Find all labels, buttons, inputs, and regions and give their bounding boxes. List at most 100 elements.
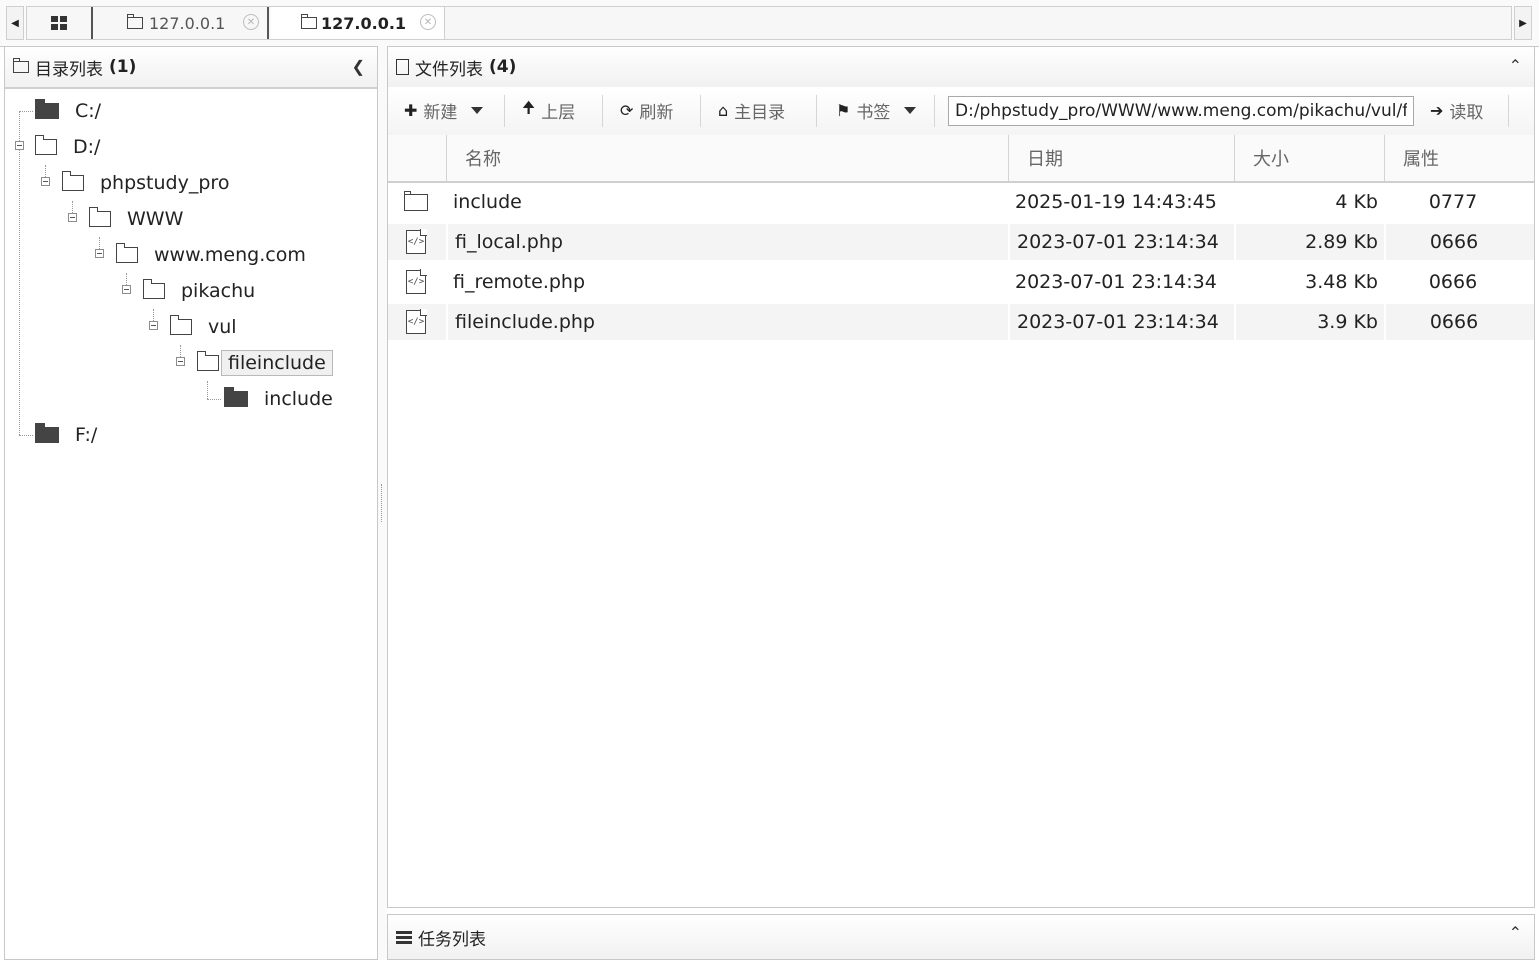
task-panel-header[interactable]: 任务列表 ⌃	[387, 914, 1535, 960]
refresh-icon: ⟳	[620, 100, 634, 120]
column-size[interactable]: 大小	[1234, 135, 1384, 181]
scroll-tabs-right-button[interactable]: ▶	[1514, 6, 1532, 40]
tree-node-vul[interactable]: vul	[169, 314, 243, 340]
tree-node-fileinclude[interactable]: fileinclude	[196, 350, 333, 376]
tab-bar: ◀ 127.0.0.1 ✕ 127.0.0.1 ✕ ▶	[0, 0, 1539, 47]
file-panel-header: 文件列表 (4) ⌃	[388, 47, 1534, 89]
file-panel: 文件列表 (4) ⌃ ✚ 新建 🠉 上层 ⟳ 刷新 ⌂ 主目录 ⚑ 书签 D:/…	[387, 46, 1535, 908]
arrow-up-icon: 🠉	[522, 97, 536, 117]
file-attr: 0777	[1428, 191, 1478, 213]
bookmark-button[interactable]: ⚑ 书签	[836, 87, 917, 133]
file-icon	[396, 59, 409, 75]
file-panel-title: 文件列表	[415, 59, 483, 80]
folder-icon	[142, 279, 165, 299]
column-icon	[388, 135, 446, 181]
folder-icon	[61, 171, 84, 191]
column-attr[interactable]: 属性	[1384, 135, 1534, 181]
file-row[interactable]: </> fileinclude.php 2023-07-01 23:14:34 …	[388, 304, 1534, 340]
folder-icon	[403, 190, 428, 211]
directory-panel: 目录列表 (1) ❮ C:/ D:/ phpstudy_pro WWW www.…	[4, 46, 378, 960]
tree-node-d-drive[interactable]: D:/	[34, 134, 106, 160]
tab-strip: 127.0.0.1 ✕ 127.0.0.1 ✕	[26, 6, 1512, 40]
folder-icon	[12, 58, 29, 73]
tree-node-phpstudy-pro[interactable]: phpstudy_pro	[61, 170, 235, 196]
scroll-tabs-left-button[interactable]: ◀	[6, 6, 24, 40]
code-file-icon: </>	[406, 269, 427, 294]
file-count: (4)	[489, 57, 517, 77]
collapse-node-icon[interactable]	[68, 213, 77, 222]
file-attr: 0666	[1428, 271, 1478, 293]
code-file-icon: </>	[406, 309, 427, 334]
tab-connection-1[interactable]: 127.0.0.1 ✕	[93, 7, 269, 39]
file-attr: 0666	[1384, 224, 1534, 260]
file-name: fi_local.php	[446, 224, 1008, 260]
expand-panel-icon[interactable]: ⌃	[1509, 923, 1522, 942]
folder-icon	[300, 14, 317, 29]
new-button[interactable]: ✚ 新建	[404, 87, 484, 133]
tab-label: 127.0.0.1	[321, 13, 407, 33]
collapse-panel-icon[interactable]: ⌃	[1509, 56, 1522, 75]
arrow-right-icon: ➔	[1430, 100, 1444, 120]
file-name: fi_remote.php	[453, 271, 586, 293]
folder-icon	[126, 14, 143, 29]
file-size: 2.89 Kb	[1234, 224, 1384, 260]
home-icon: ⌂	[718, 100, 729, 120]
column-name[interactable]: 名称	[446, 135, 1008, 181]
panel-splitter[interactable]	[378, 46, 387, 960]
refresh-button[interactable]: ⟳ 刷新	[620, 87, 673, 133]
read-button[interactable]: ➔ 读取	[1430, 87, 1483, 133]
collapse-panel-icon[interactable]: ❮	[352, 57, 365, 76]
directory-count: (1)	[109, 57, 137, 77]
file-table-header: 名称 日期 大小 属性	[388, 135, 1534, 183]
directory-panel-header: 目录列表 (1) ❮	[5, 47, 377, 89]
file-row[interactable]: </> fi_remote.php 2023-07-01 23:14:34 3.…	[388, 264, 1534, 300]
tree-node-www[interactable]: WWW	[88, 206, 189, 232]
folder-icon	[35, 423, 59, 443]
collapse-node-icon[interactable]	[41, 177, 50, 186]
task-panel-title: 任务列表	[418, 929, 486, 950]
file-date: 2025-01-19 14:43:45	[1015, 191, 1217, 213]
file-toolbar: ✚ 新建 🠉 上层 ⟳ 刷新 ⌂ 主目录 ⚑ 书签 ➔ 读取	[388, 87, 1534, 136]
folder-icon	[169, 315, 192, 335]
folder-icon	[88, 207, 111, 227]
collapse-node-icon[interactable]	[149, 321, 158, 330]
folder-icon	[196, 351, 219, 371]
tab-connection-2[interactable]: 127.0.0.1 ✕	[271, 7, 445, 39]
column-date[interactable]: 日期	[1008, 135, 1234, 181]
chevron-down-icon	[471, 106, 484, 114]
collapse-node-icon[interactable]	[176, 357, 185, 366]
file-size: 3.9 Kb	[1234, 304, 1384, 340]
file-row[interactable]: </> fi_local.php 2023-07-01 23:14:34 2.8…	[388, 224, 1534, 260]
file-date: 2023-07-01 23:14:34	[1008, 224, 1234, 260]
tab-home-grid[interactable]	[27, 7, 93, 39]
file-date: 2023-07-01 23:14:34	[1008, 304, 1234, 340]
path-input[interactable]	[948, 96, 1414, 126]
plus-circle-icon: ✚	[404, 100, 418, 120]
tree-node-www-meng-com[interactable]: www.meng.com	[115, 242, 312, 268]
directory-tree: C:/ D:/ phpstudy_pro WWW www.meng.com pi…	[5, 89, 377, 949]
file-row[interactable]: include 2025-01-19 14:43:45 4 Kb 0777	[388, 184, 1534, 220]
grid-icon	[51, 16, 67, 30]
file-date: 2023-07-01 23:14:34	[1015, 271, 1217, 293]
close-tab-icon[interactable]: ✕	[243, 14, 259, 30]
folder-icon	[224, 387, 248, 407]
collapse-node-icon[interactable]	[122, 285, 131, 294]
home-directory-button[interactable]: ⌂ 主目录	[718, 87, 785, 133]
close-tab-icon[interactable]: ✕	[420, 14, 436, 30]
tree-node-f-drive[interactable]: F:/	[35, 422, 103, 448]
up-level-button[interactable]: 🠉 上层	[522, 87, 575, 133]
tree-node-include[interactable]: include	[224, 386, 339, 412]
code-file-icon: </>	[406, 229, 427, 254]
file-attr: 0666	[1384, 304, 1534, 340]
folder-icon	[115, 243, 138, 263]
collapse-node-icon[interactable]	[15, 141, 24, 150]
list-icon	[396, 930, 412, 944]
tab-label: 127.0.0.1	[149, 13, 226, 33]
tree-node-pikachu[interactable]: pikachu	[142, 278, 261, 304]
folder-icon	[35, 99, 59, 119]
collapse-node-icon[interactable]	[95, 249, 104, 258]
folder-icon	[34, 135, 57, 155]
tree-node-c-drive[interactable]: C:/	[35, 98, 107, 124]
bookmark-icon: ⚑	[836, 100, 851, 120]
file-name: include	[453, 191, 522, 213]
